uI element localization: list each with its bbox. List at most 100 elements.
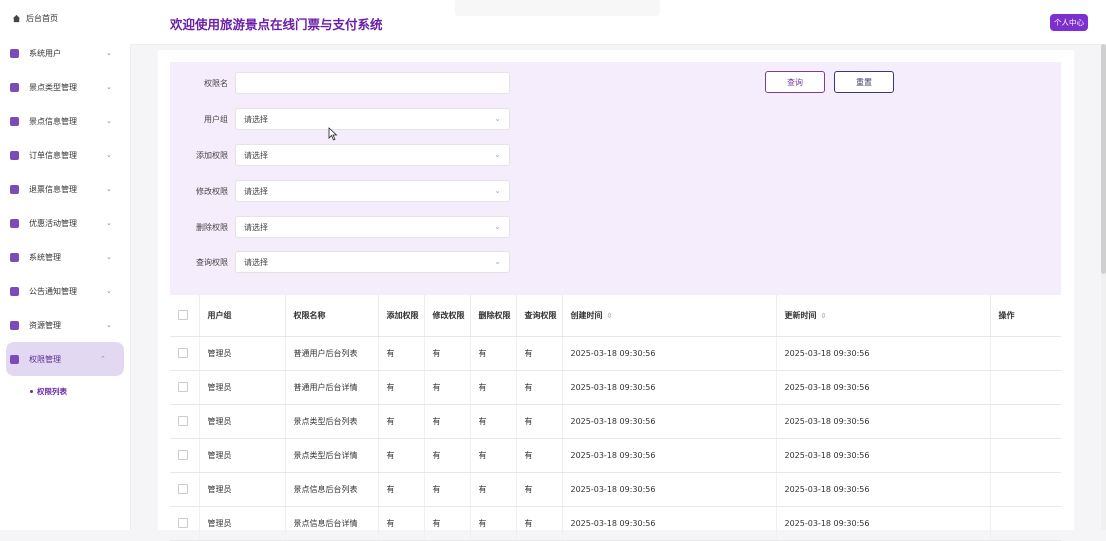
table-header-row: 用户组 权限名称 添加权限 修改权限 删除权限 查询权限 创建时间 ⇳ 更新时间 ⇳… bbox=[170, 295, 1061, 337]
sidebar-item-system[interactable]: 系统管理 ⌄ bbox=[0, 240, 130, 274]
table-row: 管理员 普通用户后台列表 有 有 有 有 2025-03-18 09:30:56… bbox=[170, 336, 1061, 371]
table-cell: 景点信息后台详情 bbox=[285, 506, 379, 541]
sidebar-subitem-label: 权限列表 bbox=[37, 386, 67, 396]
column-header-updated[interactable]: 更新时间 ⇳ bbox=[776, 295, 991, 337]
table-row: 管理员 景点信息后台详情 有 有 有 有 2025-03-18 09:30:56… bbox=[170, 506, 1061, 541]
select-value: 请选择 bbox=[244, 114, 268, 124]
column-header: 操作 bbox=[990, 295, 1061, 337]
column-header: 删除权限 bbox=[470, 295, 517, 337]
sidebar-item-label: 景点类型管理 bbox=[29, 82, 77, 92]
chevron-down-icon: ⌄ bbox=[106, 321, 112, 329]
table-cell: 2025-03-18 09:30:56 bbox=[776, 506, 991, 541]
header: 欢迎使用旅游景点在线门票与支付系统 个人中心 bbox=[130, 0, 1106, 45]
table-cell: 2025-03-18 09:30:56 bbox=[562, 370, 777, 405]
actions-cell bbox=[990, 336, 1061, 371]
sidebar-item-label: 公告通知管理 bbox=[29, 286, 77, 296]
table-cell: 2025-03-18 09:30:56 bbox=[776, 370, 991, 405]
sidebar-item-notices[interactable]: 公告通知管理 ⌄ bbox=[0, 274, 130, 308]
table-cell: 有 bbox=[378, 370, 425, 405]
page-title: 欢迎使用旅游景点在线门票与支付系统 bbox=[170, 17, 383, 32]
table-row: 管理员 景点类型后台列表 有 有 有 有 2025-03-18 09:30:56… bbox=[170, 404, 1061, 439]
sidebar-home[interactable]: 后台首页 bbox=[0, 0, 130, 36]
table-cell: 有 bbox=[470, 506, 517, 541]
table-row: 管理员 普通用户后台详情 有 有 有 有 2025-03-18 09:30:56… bbox=[170, 370, 1061, 405]
table-cell: 有 bbox=[424, 438, 471, 473]
order-icon bbox=[10, 150, 19, 160]
sidebar-item-users[interactable]: 系统用户 ⌄ bbox=[0, 36, 130, 70]
column-header-created[interactable]: 创建时间 ⇳ bbox=[562, 295, 777, 337]
add-permission-select[interactable]: 请选择 ⌄ bbox=[235, 144, 510, 166]
row-checkbox[interactable] bbox=[178, 347, 188, 358]
table-cell: 有 bbox=[378, 336, 425, 371]
table-cell: 管理员 bbox=[199, 472, 286, 507]
sidebar-item-permissions[interactable]: 权限管理 ⌃ bbox=[6, 342, 124, 376]
table-cell: 管理员 bbox=[199, 404, 286, 439]
table-cell: 有 bbox=[516, 370, 563, 405]
user-group-select[interactable]: 请选择 ⌄ bbox=[235, 108, 510, 130]
sidebar-item-label: 退票信息管理 bbox=[29, 184, 77, 194]
chevron-down-icon: ⌄ bbox=[494, 186, 501, 195]
row-checkbox[interactable] bbox=[178, 449, 188, 460]
sidebar-subitem-permission-list[interactable]: 权限列表 bbox=[0, 376, 130, 406]
delete-permission-select[interactable]: 请选择 ⌄ bbox=[235, 216, 510, 238]
column-header: 修改权限 bbox=[424, 295, 471, 337]
document-icon bbox=[10, 116, 19, 126]
table-cell: 2025-03-18 09:30:56 bbox=[776, 404, 991, 439]
row-checkbox[interactable] bbox=[178, 381, 188, 392]
select-all-checkbox[interactable] bbox=[178, 309, 188, 320]
query-button[interactable]: 查询 bbox=[765, 71, 825, 93]
table-row: 管理员 景点类型后台详情 有 有 有 有 2025-03-18 09:30:56… bbox=[170, 438, 1061, 473]
select-value: 请选择 bbox=[244, 186, 268, 196]
sidebar-item-refunds[interactable]: 退票信息管理 ⌄ bbox=[0, 172, 130, 206]
refund-icon bbox=[10, 184, 19, 194]
table-cell: 普通用户后台详情 bbox=[285, 370, 379, 405]
search-row-permission-name: 权限名 bbox=[170, 71, 510, 95]
table-cell: 2025-03-18 09:30:56 bbox=[562, 472, 777, 507]
column-header: 添加权限 bbox=[378, 295, 425, 337]
chevron-down-icon: ⌄ bbox=[106, 253, 112, 261]
table-cell: 有 bbox=[424, 472, 471, 507]
reset-button[interactable]: 重置 bbox=[834, 71, 894, 93]
table-cell: 有 bbox=[516, 404, 563, 439]
list-icon bbox=[10, 286, 19, 296]
resource-icon bbox=[10, 320, 19, 330]
table-cell: 有 bbox=[424, 336, 471, 371]
sidebar-item-scenic-type[interactable]: 景点类型管理 ⌄ bbox=[0, 70, 130, 104]
table-cell: 有 bbox=[470, 336, 517, 371]
table-cell: 管理员 bbox=[199, 506, 286, 541]
sort-icon[interactable]: ⇳ bbox=[607, 312, 613, 320]
query-permission-select[interactable]: 请选择 ⌄ bbox=[235, 251, 510, 273]
table-row: 管理员 景点信息后台列表 有 有 有 有 2025-03-18 09:30:56… bbox=[170, 472, 1061, 507]
category-icon bbox=[10, 82, 19, 92]
row-checkbox[interactable] bbox=[178, 415, 188, 426]
table-cell: 有 bbox=[470, 472, 517, 507]
field-label: 添加权限 bbox=[196, 150, 228, 160]
column-header-label: 创建时间 bbox=[570, 311, 603, 320]
user-center-button[interactable]: 个人中心 bbox=[1050, 14, 1088, 31]
chevron-down-icon: ⌄ bbox=[106, 219, 112, 227]
column-header: 查询权限 bbox=[516, 295, 563, 337]
sidebar-item-label: 系统用户 bbox=[29, 48, 61, 58]
sidebar-item-label: 资源管理 bbox=[29, 320, 61, 330]
sidebar-item-promotions[interactable]: 优惠活动管理 ⌄ bbox=[0, 206, 130, 240]
chevron-down-icon: ⌄ bbox=[494, 150, 501, 159]
sidebar-item-resources[interactable]: 资源管理 ⌄ bbox=[0, 308, 130, 342]
search-row-delete-permission: 删除权限 请选择 ⌄ bbox=[170, 215, 510, 239]
top-tab-placeholder bbox=[455, 0, 660, 16]
row-checkbox[interactable] bbox=[178, 517, 188, 528]
actions-cell bbox=[990, 370, 1061, 405]
edit-permission-select[interactable]: 请选择 ⌄ bbox=[235, 180, 510, 202]
chevron-up-icon: ⌃ bbox=[100, 355, 106, 363]
chevron-down-icon: ⌄ bbox=[106, 185, 112, 193]
row-checkbox[interactable] bbox=[178, 483, 188, 494]
permission-name-input[interactable] bbox=[235, 72, 510, 94]
table-cell: 景点类型后台详情 bbox=[285, 438, 379, 473]
sort-icon[interactable]: ⇳ bbox=[821, 312, 827, 320]
actions-cell bbox=[990, 404, 1061, 439]
sidebar-item-orders[interactable]: 订单信息管理 ⌄ bbox=[0, 138, 130, 172]
sidebar-item-scenic-info[interactable]: 景点信息管理 ⌄ bbox=[0, 104, 130, 138]
scrollbar-thumb[interactable] bbox=[1101, 44, 1106, 274]
actions-cell bbox=[990, 472, 1061, 507]
sidebar-item-label: 优惠活动管理 bbox=[29, 218, 77, 228]
table-cell: 景点信息后台列表 bbox=[285, 472, 379, 507]
